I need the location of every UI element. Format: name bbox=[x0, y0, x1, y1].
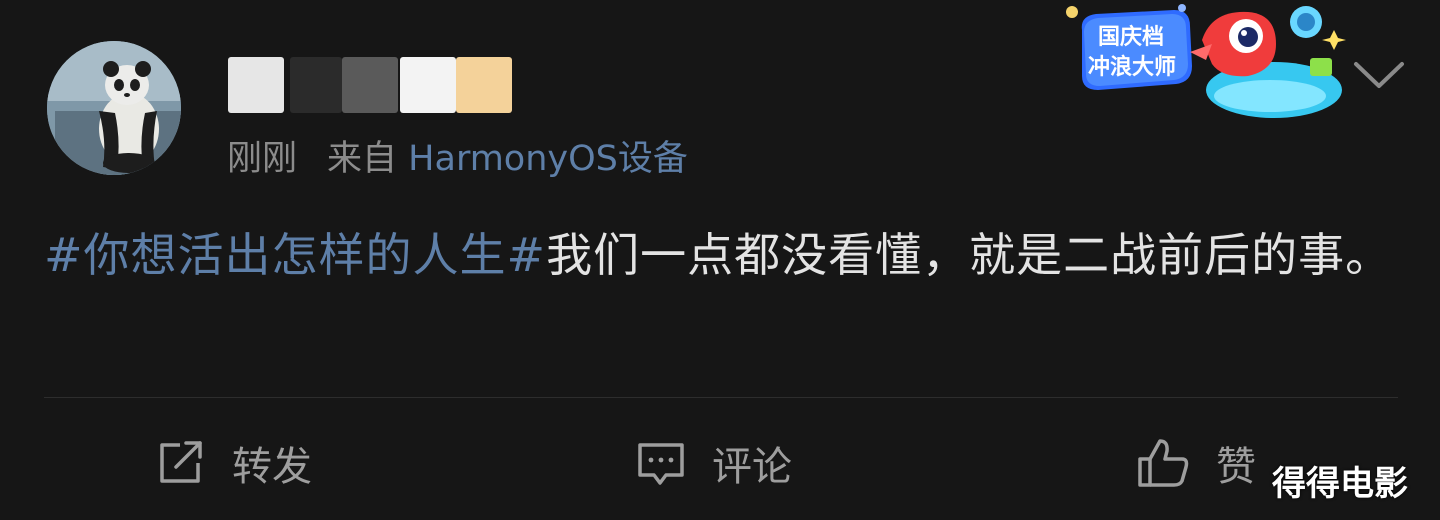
like-button[interactable]: 赞 bbox=[1136, 432, 1256, 494]
repost-button[interactable]: 转发 bbox=[156, 432, 312, 494]
panda-avatar-image bbox=[47, 41, 181, 175]
post-card: 刚刚 来自 HarmonyOS设备 国庆档 冲浪大师 #你想活出怎样的人生#我们… bbox=[0, 0, 1440, 520]
post-meta: 刚刚 来自 HarmonyOS设备 bbox=[227, 130, 688, 181]
badge-line1: 国庆档 bbox=[1098, 24, 1164, 50]
source-device-link[interactable]: HarmonyOS设备 bbox=[408, 139, 688, 179]
repost-icon bbox=[160, 441, 202, 483]
post-content: #你想活出怎样的人生#我们一点都没看懂，就是二战前后的事。 bbox=[44, 214, 1404, 297]
divider bbox=[44, 397, 1398, 398]
post-timestamp: 刚刚 bbox=[227, 139, 298, 179]
source-prefix: 来自 bbox=[327, 139, 398, 179]
comment-icon bbox=[638, 443, 684, 485]
more-options-chevron-icon[interactable] bbox=[1352, 58, 1406, 92]
badge-graphic: 国庆档 冲浪大师 bbox=[1066, 4, 1346, 118]
comment-label: 评论 bbox=[712, 444, 792, 490]
like-label: 赞 bbox=[1216, 444, 1256, 490]
post-body-text: 我们一点都没看懂，就是二战前后的事。 bbox=[546, 228, 1393, 282]
comment-button[interactable]: 评论 bbox=[636, 432, 792, 494]
avatar[interactable] bbox=[47, 41, 181, 175]
holiday-badge[interactable]: 国庆档 冲浪大师 bbox=[1062, 0, 1348, 128]
repost-label: 转发 bbox=[232, 444, 312, 490]
thumbs-up-icon bbox=[1138, 439, 1189, 487]
badge-line2: 冲浪大师 bbox=[1088, 54, 1176, 80]
watermark: 得得电影 bbox=[1272, 464, 1408, 504]
hashtag-link[interactable]: #你想活出怎样的人生# bbox=[44, 228, 546, 282]
username-redacted[interactable] bbox=[228, 57, 518, 113]
